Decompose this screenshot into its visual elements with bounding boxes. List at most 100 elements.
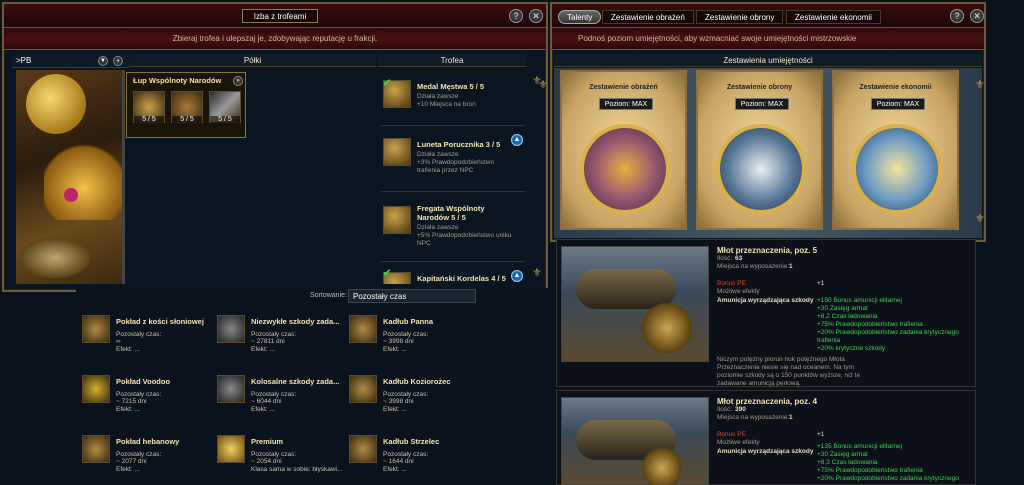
trophy-name-cont: Narodów 5 / 5 bbox=[417, 213, 466, 222]
list-item[interactable]: Kolosalne szkody zada... Pozostały czas:… bbox=[217, 375, 347, 420]
slot-count: 5 / 5 bbox=[172, 116, 202, 123]
trophy-item[interactable]: ▲ Luneta Porucznika 3 / 5 Działa zawsze … bbox=[381, 134, 525, 192]
deck-icon bbox=[82, 435, 110, 463]
list-item[interactable]: Pokład z kości słoniowej Pozostały czas:… bbox=[82, 315, 212, 360]
qty-value: 390 bbox=[735, 406, 746, 413]
shelf-name: Łup Wspólnoty Narodów bbox=[133, 76, 222, 85]
close-button[interactable]: ✕ bbox=[970, 9, 984, 23]
item-label: Pozostały czas: bbox=[251, 451, 297, 458]
list-item[interactable]: Kadłub Strzelec Pozostały czas: ~ 1644 d… bbox=[349, 435, 479, 480]
ship-shield-icon bbox=[716, 124, 806, 214]
crown-image bbox=[44, 140, 122, 220]
effect-line: +30 Zasięg armat bbox=[817, 451, 868, 458]
cannon-image bbox=[561, 246, 709, 362]
gem-image bbox=[64, 188, 78, 202]
item-name: Niezwykłe szkody zada... bbox=[251, 317, 340, 326]
crossed-swords-icon bbox=[217, 315, 245, 343]
item-label: Pozostały czas: bbox=[383, 331, 429, 338]
item-effect: Klasa sama w sobie: błyskawi... bbox=[251, 466, 343, 473]
tab-talents[interactable]: Talenty bbox=[558, 10, 602, 24]
list-item[interactable]: Kadłub Panna Pozostały czas: ~ 3998 dni … bbox=[349, 315, 479, 360]
fleur-icon: ⚜ bbox=[538, 79, 548, 91]
item-effect: Efekt: ... bbox=[116, 346, 140, 353]
item-tooltip: Młot przeznaczenia, poz. 5 Ilość: 63 Mie… bbox=[556, 239, 976, 387]
bonus-pe-value: +1 bbox=[817, 431, 825, 438]
list-item[interactable]: Premium Pozostały czas: ~ 2054 dni Klasa… bbox=[217, 435, 347, 480]
deck-icon bbox=[82, 315, 110, 343]
premium-crest-icon bbox=[217, 435, 245, 463]
hull-icon bbox=[349, 435, 377, 463]
list-item[interactable]: Niezwykłe szkody zada... Pozostały czas:… bbox=[217, 315, 347, 360]
qty-label: Ilość: bbox=[717, 255, 733, 262]
possible-effects: Możliwe efekty bbox=[717, 288, 760, 295]
add-icon[interactable]: + bbox=[113, 56, 123, 66]
slot-count: 5 / 5 bbox=[210, 116, 240, 123]
bonus-pe-value: +1 bbox=[817, 280, 825, 287]
close-button[interactable]: ✕ bbox=[529, 9, 543, 23]
effect-line: +75% Prawdopodobieństwo trafienia bbox=[817, 321, 923, 328]
chevron-down-icon[interactable]: ▼ bbox=[98, 56, 108, 66]
item-time: ~ 3998 dni bbox=[383, 338, 414, 345]
tab-damage[interactable]: Zestawienie obrażeń bbox=[602, 10, 694, 24]
trophy-name: Medal Męstwa 5 / 5 bbox=[417, 82, 485, 91]
item-name: Premium bbox=[251, 437, 284, 446]
trophies-titlebar: Izba z trofeami ? ✕ bbox=[4, 4, 546, 28]
desc-line: Przeznaczenia niesie się nad oceanem. Na… bbox=[717, 364, 854, 371]
list-item[interactable]: Pokład Voodoo Pozostały czas: ~ 7215 dni… bbox=[82, 375, 212, 420]
shelf-slot[interactable]: 5 / 5 bbox=[133, 91, 165, 123]
shelf-slot[interactable]: 5 / 5 bbox=[171, 91, 203, 123]
item-name: Kadłub Koziorożec bbox=[383, 377, 451, 386]
desc-line: Niczym potężny piorun huk potężnego Młot… bbox=[717, 356, 845, 363]
trophy-item[interactable]: Fregata Wspólnoty Narodów 5 / 5 Działa z… bbox=[381, 200, 525, 262]
possible-effects: Możliwe efekty bbox=[717, 439, 760, 446]
tab-defense[interactable]: Zestawienie obrony bbox=[696, 10, 784, 24]
shelf-card[interactable]: Łup Wspólnoty Narodów » 5 / 5 5 / 5 5 / … bbox=[126, 72, 246, 138]
shelf-slot[interactable]: 5 / 5 bbox=[209, 91, 241, 123]
list-item[interactable]: Pokład hebanowy Pozostały czas: ~ 2077 d… bbox=[82, 435, 212, 480]
upgrade-icon[interactable]: ▲ bbox=[511, 270, 523, 282]
item-label: Pozostały czas: bbox=[383, 451, 429, 458]
upgrade-icon[interactable]: ▲ bbox=[511, 134, 523, 146]
card-level: Poziom: MAX bbox=[735, 98, 789, 110]
shelf-next-icon[interactable]: » bbox=[233, 76, 243, 86]
skill-card-economy[interactable]: Zestawienie ekonomii Poziom: MAX bbox=[832, 70, 959, 230]
qty-value: 63 bbox=[735, 255, 743, 262]
item-label: Pozostały czas: bbox=[251, 331, 297, 338]
faction-dropdown[interactable]: >PB ▼ + bbox=[12, 54, 129, 68]
slots-value: 1 bbox=[789, 414, 793, 421]
trophies-header: Trofea bbox=[377, 54, 527, 67]
trophy-desc: NPC bbox=[417, 240, 431, 247]
trophy-artwork bbox=[16, 70, 122, 284]
deck-icon bbox=[82, 375, 110, 403]
effect-line: +75% Prawdopodobieństwo trafienia bbox=[817, 467, 923, 474]
skills-subtitle: Podnoś poziom umiejętności, aby wzmacnia… bbox=[552, 28, 984, 50]
skill-card-damage[interactable]: Zestawienie obrażeń Poziom: MAX bbox=[560, 70, 687, 230]
item-time: ∞ bbox=[116, 338, 121, 345]
trophies-window: Izba z trofeami ? ✕ Zbieraj trofea i ule… bbox=[2, 2, 548, 292]
list-item[interactable]: Kadłub Koziorożec Pozostały czas: ~ 3998… bbox=[349, 375, 479, 420]
trophy-name: Luneta Porucznika 3 / 5 bbox=[417, 140, 501, 149]
crossed-swords-icon bbox=[217, 375, 245, 403]
item-effect: Efekt: ... bbox=[251, 346, 275, 353]
slot-count: 5 / 5 bbox=[134, 116, 164, 123]
effect-line: +30 Zasięg armat bbox=[817, 305, 868, 312]
slots-label: Miejsca na wyposażenie: bbox=[717, 263, 790, 270]
sort-value: Pozostały czas bbox=[353, 292, 407, 301]
skill-card-defense[interactable]: Zestawienie obrony Poziom: MAX bbox=[696, 70, 823, 230]
trophy-item[interactable]: ✔ Medal Męstwa 5 / 5 Działa zawsze +10 M… bbox=[381, 76, 525, 126]
effect-line: +20% Prawdopodobieństwo zadania krytyczn… bbox=[817, 475, 959, 482]
item-name: Kolosalne szkody zada... bbox=[251, 377, 340, 386]
item-effect: Efekt: ... bbox=[116, 406, 140, 413]
effect-line: +20% krytyczne szkody bbox=[817, 345, 886, 352]
hull-icon bbox=[349, 375, 377, 403]
item-tooltip: Młot przeznaczenia, poz. 4 Ilość: 390 Mi… bbox=[556, 390, 976, 485]
effect-line: +8,2 Czas ładowania bbox=[817, 313, 878, 320]
help-button[interactable]: ? bbox=[509, 9, 523, 23]
item-time: ~ 1644 dni bbox=[383, 458, 414, 465]
help-button[interactable]: ? bbox=[950, 9, 964, 23]
trophy-item[interactable]: ✔ ▲ Kapitański Kordelas 4 / 5 bbox=[381, 268, 525, 284]
sort-dropdown[interactable]: Pozostały czas bbox=[348, 289, 476, 303]
checkmark-icon: ✔ bbox=[383, 268, 392, 279]
tab-economy[interactable]: Zestawienie ekonomii bbox=[786, 10, 881, 24]
effect-line: +150 Bonus amunicji elitarnej bbox=[817, 297, 903, 304]
